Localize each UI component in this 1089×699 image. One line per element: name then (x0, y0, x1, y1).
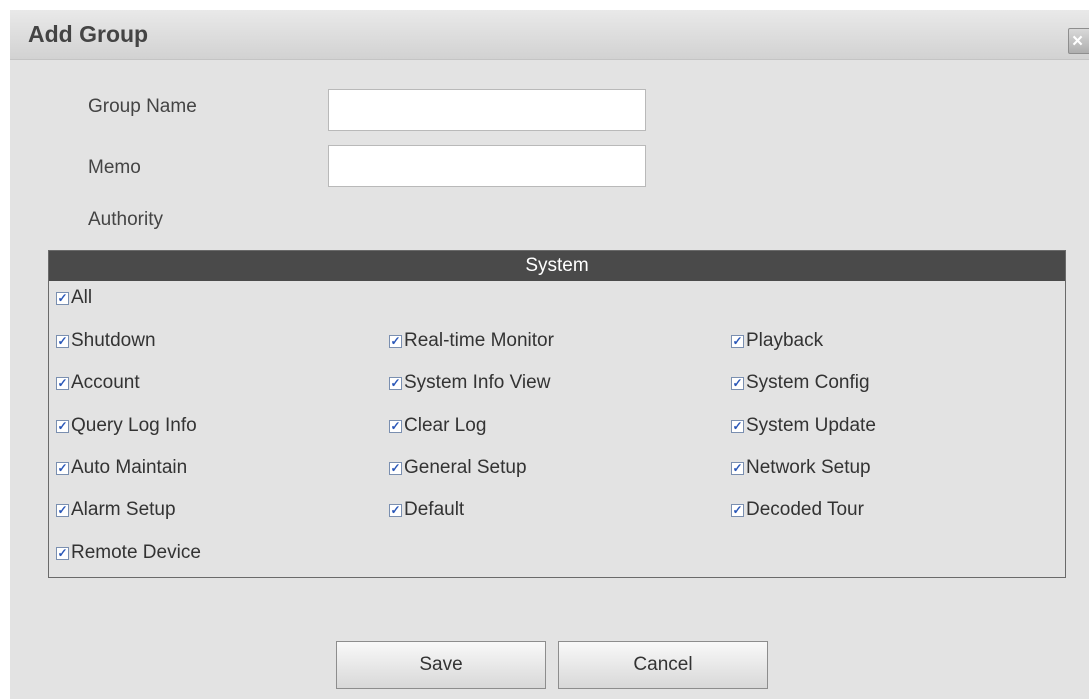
memo-input[interactable] (328, 145, 646, 187)
close-icon[interactable]: × (1068, 28, 1089, 54)
check-icon: ✓ (56, 502, 69, 517)
permission-label: System Update (746, 415, 876, 436)
permissions-panel: System ✓ All ✓ Shutdown ✓ Real-time Moni… (48, 250, 1066, 578)
add-group-dialog: Add Group × Group Name Memo Authority Sy… (10, 10, 1089, 699)
memo-label: Memo (88, 157, 141, 178)
permission-label: Clear Log (404, 415, 487, 436)
permission-label: Decoded Tour (746, 499, 864, 520)
check-icon: ✓ (389, 418, 402, 433)
group-name-input[interactable] (328, 89, 646, 131)
check-icon: ✓ (731, 375, 744, 390)
check-icon: ✓ (731, 418, 744, 433)
permission-system-info-view-checkbox[interactable]: ✓ System Info View (389, 370, 550, 396)
check-icon: ✓ (56, 290, 69, 305)
permission-label: Shutdown (71, 330, 156, 351)
permission-remote-device-checkbox[interactable]: ✓ Remote Device (56, 540, 201, 566)
cancel-button[interactable]: Cancel (558, 641, 768, 689)
permission-system-config-checkbox[interactable]: ✓ System Config (731, 370, 870, 396)
check-icon: ✓ (731, 333, 744, 348)
check-icon: ✓ (56, 333, 69, 348)
check-icon: ✓ (56, 418, 69, 433)
save-button[interactable]: Save (336, 641, 546, 689)
permission-decoded-tour-checkbox[interactable]: ✓ Decoded Tour (731, 497, 864, 523)
permission-label: Alarm Setup (71, 499, 176, 520)
group-name-label: Group Name (88, 96, 197, 117)
permission-label: Remote Device (71, 542, 201, 563)
check-icon: ✓ (389, 502, 402, 517)
check-icon: ✓ (389, 460, 402, 475)
permission-label: System Config (746, 372, 870, 393)
check-icon: ✓ (731, 460, 744, 475)
permission-label: Real-time Monitor (404, 330, 554, 351)
permission-label: System Info View (404, 372, 551, 393)
permission-label: Network Setup (746, 457, 871, 478)
authority-label: Authority (88, 209, 163, 230)
permission-alarm-setup-checkbox[interactable]: ✓ Alarm Setup (56, 497, 176, 523)
permission-label: General Setup (404, 457, 527, 478)
check-icon: ✓ (389, 375, 402, 390)
permission-auto-maintain-checkbox[interactable]: ✓ Auto Maintain (56, 455, 187, 481)
permission-label: All (71, 287, 93, 308)
permission-account-checkbox[interactable]: ✓ Account (56, 370, 140, 396)
dialog-title: Add Group (28, 21, 149, 47)
permission-system-update-checkbox[interactable]: ✓ System Update (731, 413, 876, 439)
permission-label: Playback (746, 330, 824, 351)
permission-query-log-info-checkbox[interactable]: ✓ Query Log Info (56, 413, 197, 439)
title-bar: Add Group × (10, 10, 1089, 60)
check-icon: ✓ (56, 460, 69, 475)
permission-label: Account (71, 372, 140, 393)
permission-all-checkbox[interactable]: ✓ All (56, 285, 92, 311)
permission-playback-checkbox[interactable]: ✓ Playback (731, 328, 823, 354)
check-icon: ✓ (56, 545, 69, 560)
check-icon: ✓ (731, 502, 744, 517)
permission-default-checkbox[interactable]: ✓ Default (389, 497, 464, 523)
permission-shutdown-checkbox[interactable]: ✓ Shutdown (56, 328, 156, 354)
permission-label: Auto Maintain (71, 457, 188, 478)
permission-label: Query Log Info (71, 415, 197, 436)
permission-network-setup-checkbox[interactable]: ✓ Network Setup (731, 455, 871, 481)
permission-label: Default (404, 499, 465, 520)
permission-general-setup-checkbox[interactable]: ✓ General Setup (389, 455, 527, 481)
permissions-header: System (49, 251, 1065, 281)
check-icon: ✓ (389, 333, 402, 348)
permission-realtime-monitor-checkbox[interactable]: ✓ Real-time Monitor (389, 328, 554, 354)
check-icon: ✓ (56, 375, 69, 390)
permission-clear-log-checkbox[interactable]: ✓ Clear Log (389, 413, 486, 439)
